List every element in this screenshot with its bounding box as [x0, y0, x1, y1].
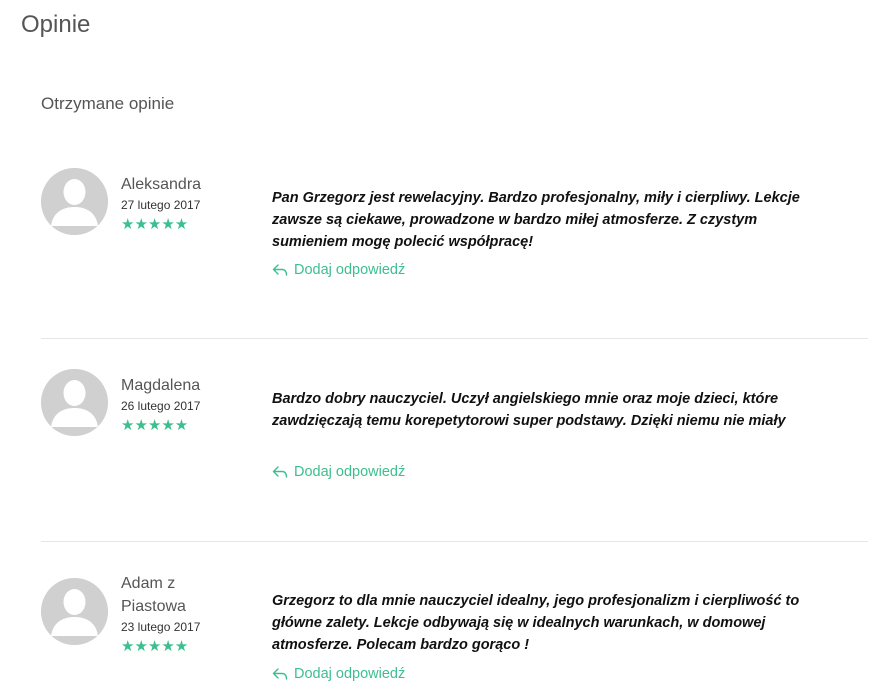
- add-reply-button[interactable]: Dodaj odpowiedź: [272, 464, 405, 480]
- reply-icon: [272, 668, 288, 680]
- review-author: Magdalena: [121, 377, 201, 394]
- reply-label: Dodaj odpowiedź: [294, 666, 406, 682]
- user-placeholder-icon: [41, 578, 108, 645]
- user-placeholder-icon: [41, 168, 108, 235]
- add-reply-button[interactable]: Dodaj odpowiedź: [272, 262, 405, 278]
- review-date: 26 lutego 2017: [121, 399, 201, 413]
- page-title: Opinie: [21, 11, 91, 38]
- rating-stars: ★★★★★: [121, 417, 189, 434]
- review-item: Magdalena 26 lutego 2017 ★★★★★ Bardzo do…: [41, 369, 868, 489]
- reply-icon: [272, 264, 288, 276]
- reply-label: Dodaj odpowiedź: [294, 464, 406, 480]
- reply-label: Dodaj odpowiedź: [294, 262, 406, 278]
- rating-stars: ★★★★★: [121, 216, 189, 233]
- avatar: [41, 369, 108, 436]
- avatar: [41, 578, 108, 645]
- review-text: Grzegorz to dla mnie nauczyciel idealny,…: [272, 593, 800, 653]
- review-author: Aleksandra: [121, 176, 202, 193]
- review-date: 27 lutego 2017: [121, 198, 201, 212]
- reply-icon: [272, 466, 288, 478]
- review-item: Aleksandra 27 lutego 2017 ★★★★★ Pan Grze…: [41, 168, 868, 288]
- add-reply-button[interactable]: Dodaj odpowiedź: [272, 666, 405, 682]
- divider: [41, 338, 868, 339]
- user-placeholder-icon: [41, 369, 108, 436]
- review-date: 23 lutego 2017: [121, 620, 201, 634]
- section-title: Otrzymane opinie: [41, 94, 175, 113]
- avatar: [41, 168, 108, 235]
- review-author: Adam z Piastowa: [121, 575, 186, 615]
- review-text: Pan Grzegorz jest rewelacyjny. Bardzo pr…: [272, 190, 800, 250]
- rating-stars: ★★★★★: [121, 638, 189, 655]
- review-item: Adam z Piastowa 23 lutego 2017 ★★★★★ Grz…: [41, 575, 868, 696]
- divider: [41, 541, 868, 542]
- review-text: Bardzo dobry nauczyciel. Uczył angielski…: [272, 388, 832, 448]
